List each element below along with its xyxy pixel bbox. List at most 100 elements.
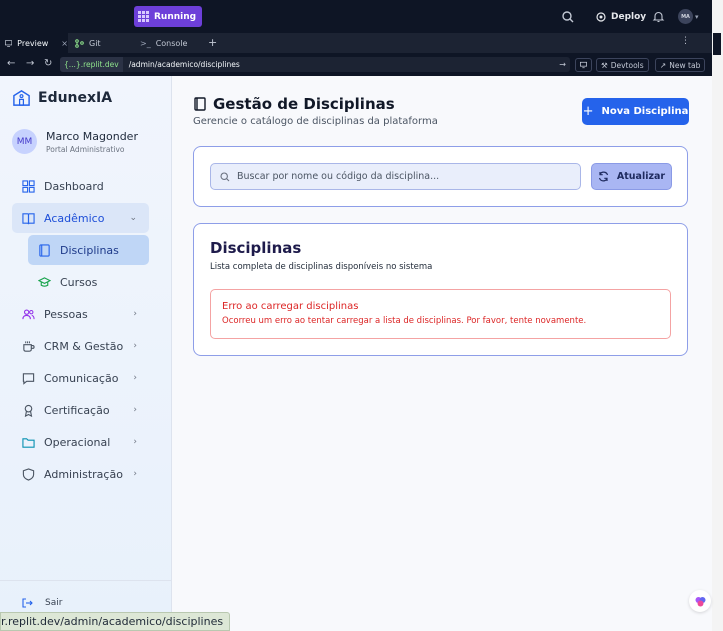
- shield-icon: [22, 467, 35, 481]
- sidebar-item-label: CRM & Gestão: [44, 339, 124, 353]
- book-icon: [194, 97, 206, 111]
- logout-label: Sair: [45, 598, 63, 608]
- sidebar-item-operacional[interactable]: Operacional ›: [12, 427, 149, 457]
- message-icon: [22, 372, 35, 385]
- chevron-right-icon: ›: [133, 309, 137, 319]
- chevron-right-icon: ›: [133, 469, 137, 479]
- sidebar-item-label: Dashboard: [44, 179, 104, 193]
- run-status-label: Running: [154, 11, 197, 22]
- user-profile[interactable]: MM Marco Magonder Portal Administrativo: [12, 129, 138, 154]
- tab-label: Console: [155, 38, 188, 48]
- url-host: {...}.replit.dev: [60, 57, 123, 72]
- replit-tabbar: Preview × Git >_ Console + ⋮: [0, 33, 712, 53]
- scrollbar-thumb[interactable]: [713, 33, 721, 55]
- grid-icon: [22, 179, 35, 193]
- sidebar-item-cursos[interactable]: Cursos: [28, 267, 149, 297]
- sidebar-item-label: Pessoas: [44, 307, 88, 321]
- page-title-text: Gestão de Disciplinas: [213, 95, 395, 113]
- new-discipline-button[interactable]: + Nova Disciplina: [582, 98, 689, 125]
- sidebar-item-dashboard[interactable]: Dashboard: [12, 171, 149, 201]
- chevron-down-icon: ⌄: [129, 213, 137, 223]
- close-icon[interactable]: ×: [61, 39, 68, 48]
- sidebar-item-label: Cursos: [60, 275, 98, 289]
- sidebar-item-label: Disciplinas: [60, 243, 119, 257]
- book-icon: [39, 243, 50, 257]
- chevron-right-icon: ›: [133, 373, 137, 383]
- brain-icon: [695, 596, 705, 606]
- school-icon: [13, 90, 30, 106]
- chevron-right-icon: ›: [133, 341, 137, 351]
- new-discipline-label: Nova Disciplina: [601, 106, 689, 117]
- reload-icon[interactable]: ↻: [44, 58, 52, 69]
- forward-icon[interactable]: →: [26, 58, 34, 69]
- tab-console[interactable]: >_ Console: [135, 33, 203, 53]
- deploy-button[interactable]: Deploy: [590, 7, 652, 26]
- url-field[interactable]: {...}.replit.dev /admin/academico/discip…: [60, 57, 570, 72]
- list-subtitle: Lista completa de disciplinas disponívei…: [210, 262, 433, 272]
- logout-button[interactable]: Sair: [22, 598, 62, 608]
- external-link-icon: ↗: [660, 60, 667, 70]
- chevron-down-icon[interactable]: ▾: [695, 13, 699, 21]
- replit-urlbar: ← → ↻ {...}.replit.dev /admin/academico/…: [0, 53, 712, 76]
- assistant-fab[interactable]: [689, 590, 711, 612]
- sidebar-item-disciplinas[interactable]: Disciplinas: [28, 235, 149, 265]
- brand[interactable]: EdunexIA: [12, 88, 112, 107]
- sidebar-divider: [0, 580, 172, 581]
- monitor-icon: [580, 61, 587, 69]
- back-icon[interactable]: ←: [7, 58, 15, 69]
- add-tab-icon[interactable]: +: [208, 36, 217, 49]
- sidebar-item-label: Operacional: [44, 435, 111, 449]
- chevron-right-icon: ›: [133, 437, 137, 447]
- terminal-icon: >_: [140, 38, 151, 48]
- sidebar-item-label: Administração: [44, 467, 123, 481]
- error-message: Ocorreu um erro ao tentar carregar a lis…: [222, 316, 587, 326]
- git-icon: [75, 38, 84, 48]
- main-content: Gestão de Disciplinas Gerencie o catálog…: [172, 76, 712, 631]
- plus-icon: +: [582, 104, 594, 119]
- logout-icon: [22, 598, 33, 608]
- brand-name: EdunexIA: [38, 89, 113, 106]
- search-box[interactable]: [210, 163, 581, 190]
- sidebar-item-crm[interactable]: CRM & Gestão ›: [12, 331, 149, 361]
- tab-git[interactable]: Git: [70, 33, 133, 53]
- search-icon[interactable]: [561, 10, 575, 24]
- sidebar-item-comunicacao[interactable]: Comunicação ›: [12, 363, 149, 393]
- monitor-icon: [5, 39, 13, 47]
- search-input[interactable]: [237, 171, 567, 182]
- new-tab-label: New tab: [669, 60, 701, 70]
- screen-button[interactable]: [575, 58, 592, 72]
- sidebar-item-label: Certificação: [44, 403, 110, 417]
- sidebar-item-pessoas[interactable]: Pessoas ›: [12, 299, 149, 329]
- url-path: /admin/academico/disciplines: [128, 60, 240, 69]
- run-status-button[interactable]: Running: [134, 6, 203, 27]
- coffee-icon: [23, 340, 35, 352]
- sidebar-item-certificacao[interactable]: Certificação ›: [12, 395, 149, 425]
- page-subtitle: Gerencie o catálogo de disciplinas da pl…: [193, 116, 438, 127]
- more-vertical-icon[interactable]: ⋮: [681, 36, 690, 46]
- error-alert: Erro ao carregar disciplinas Ocorreu um …: [210, 289, 671, 339]
- avatar: MM: [12, 129, 37, 154]
- user-avatar[interactable]: MA: [678, 9, 693, 24]
- sidebar-item-academico[interactable]: Acadêmico ⌄: [12, 203, 149, 233]
- refresh-button[interactable]: Atualizar: [591, 163, 672, 190]
- graduation-cap-icon: [38, 276, 51, 287]
- devtools-button[interactable]: ⚒ Devtools: [596, 58, 649, 72]
- go-icon[interactable]: →: [559, 60, 566, 69]
- tab-label: Git: [89, 38, 101, 48]
- sidebar-item-label: Acadêmico: [44, 211, 105, 225]
- book-open-icon: [22, 212, 35, 224]
- award-icon: [24, 404, 33, 417]
- user-role: Portal Administrativo: [46, 144, 125, 154]
- deploy-icon: [596, 11, 606, 22]
- folder-icon: [22, 437, 35, 448]
- wrench-icon: ⚒: [601, 60, 608, 70]
- status-bar-url: r.replit.dev/admin/academico/disciplines: [0, 612, 231, 631]
- sidebar-item-administracao[interactable]: Administração ›: [12, 459, 149, 489]
- run-icon: [138, 11, 149, 22]
- bell-icon[interactable]: [652, 10, 665, 23]
- replit-scrollbar[interactable]: [712, 0, 723, 631]
- page-title: Gestão de Disciplinas: [193, 95, 395, 113]
- sidebar-item-label: Comunicação: [44, 371, 119, 385]
- new-tab-button[interactable]: ↗ New tab: [655, 58, 706, 72]
- tab-preview[interactable]: Preview ×: [0, 33, 68, 53]
